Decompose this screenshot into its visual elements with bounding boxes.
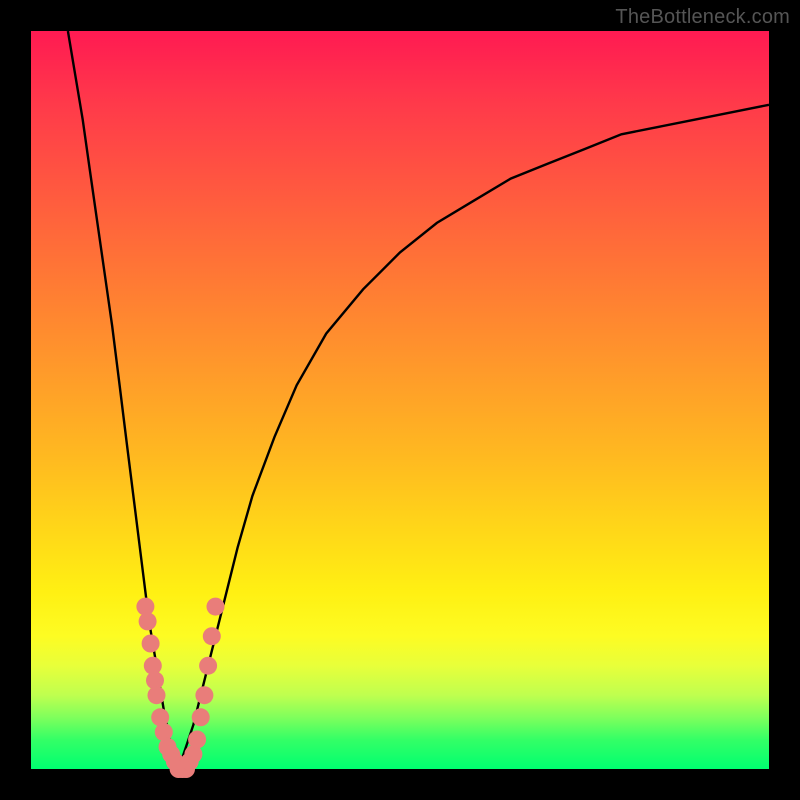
data-point	[195, 686, 213, 704]
data-point	[203, 627, 221, 645]
curve-layer	[68, 31, 769, 769]
data-point	[188, 731, 206, 749]
watermark-text: TheBottleneck.com	[615, 6, 790, 29]
chart-frame: TheBottleneck.com	[0, 0, 800, 800]
plot-area	[31, 31, 769, 769]
curve-left-branch	[68, 31, 179, 769]
data-point	[142, 635, 160, 653]
data-point	[207, 598, 225, 616]
chart-svg	[31, 31, 769, 769]
curve-right-branch	[179, 105, 769, 769]
data-point	[192, 708, 210, 726]
points-layer	[136, 598, 224, 778]
data-point	[199, 657, 217, 675]
data-point	[139, 612, 157, 630]
data-point	[148, 686, 166, 704]
